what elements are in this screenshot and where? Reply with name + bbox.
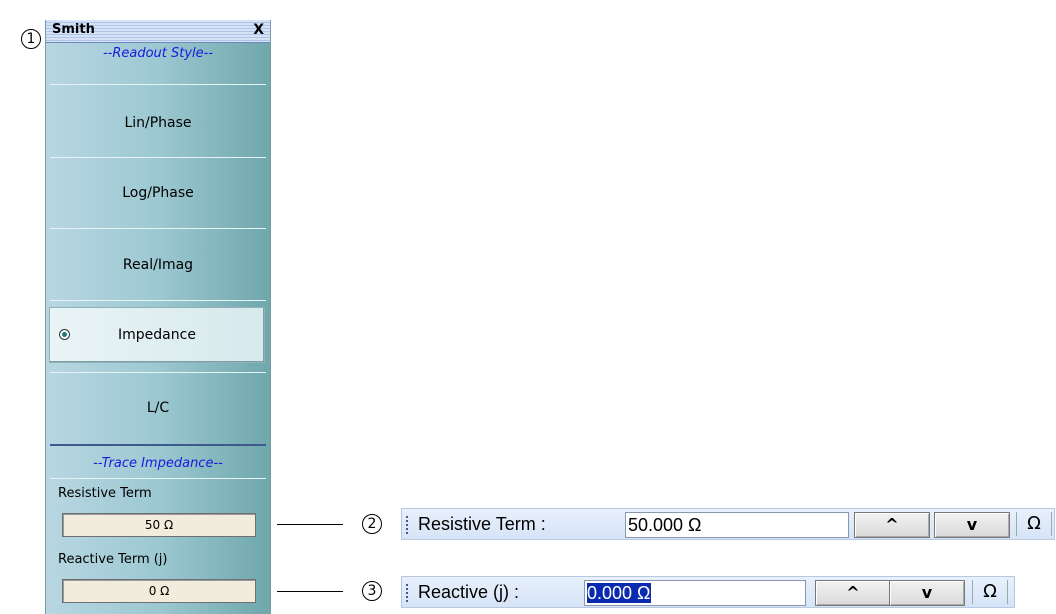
- impedance-label: Impedance: [118, 327, 196, 343]
- callout-1: 1: [21, 29, 41, 49]
- callout-3-leader: [277, 591, 343, 592]
- reactive-term-toolbar-label: Reactive (j) :: [418, 582, 520, 602]
- resistive-term-toolbar-label: Resistive Term :: [418, 514, 546, 534]
- increment-button[interactable]: ^: [854, 512, 930, 538]
- callout-2-leader: [277, 524, 343, 525]
- smith-menu-panel: Smith X --Readout Style-- Lin/Phase Log/…: [45, 20, 271, 614]
- resistive-term-toolbar: Resistive Term : 50.000 Ω ^ v Ω: [401, 508, 1055, 540]
- divider: [50, 300, 266, 301]
- l-c-button[interactable]: L/C: [46, 373, 270, 443]
- reactive-term-label: Reactive Term (j): [58, 552, 168, 567]
- divider: [50, 228, 266, 229]
- resistive-term-field[interactable]: 50 Ω: [62, 513, 256, 537]
- callout-3: 3: [362, 581, 382, 601]
- impedance-button[interactable]: Impedance: [49, 307, 265, 363]
- divider: [50, 84, 266, 85]
- ohm-unit-button[interactable]: Ω: [972, 580, 1008, 604]
- toolbar-grip-handle[interactable]: [406, 516, 408, 534]
- close-icon[interactable]: X: [253, 22, 264, 38]
- radio-selected-icon: [59, 329, 70, 340]
- real-imag-button[interactable]: Real/Imag: [46, 230, 270, 300]
- reactive-term-toolbar: Reactive (j) : 0.000 Ω ^ v Ω: [401, 576, 1015, 608]
- selected-value-text: 0.000 Ω: [587, 583, 651, 603]
- panel-title: Smith: [52, 22, 95, 37]
- reactive-term-input[interactable]: 0.000 Ω: [584, 580, 806, 606]
- toolbar-grip-handle[interactable]: [406, 584, 408, 602]
- resistive-term-input[interactable]: 50.000 Ω: [625, 512, 849, 538]
- decrement-button[interactable]: v: [934, 512, 1010, 538]
- lin-phase-button[interactable]: Lin/Phase: [46, 88, 270, 158]
- panel-title-bar: Smith X: [46, 20, 270, 43]
- resistive-term-label: Resistive Term: [58, 486, 152, 501]
- divider: [50, 478, 266, 479]
- increment-button[interactable]: ^: [815, 580, 891, 606]
- readout-style-heading: --Readout Style--: [102, 46, 214, 61]
- log-phase-button[interactable]: Log/Phase: [46, 158, 270, 228]
- callout-2: 2: [362, 514, 382, 534]
- reactive-term-field[interactable]: 0 Ω: [62, 579, 256, 603]
- decrement-button[interactable]: v: [889, 580, 965, 606]
- ohm-unit-button[interactable]: Ω: [1016, 512, 1052, 536]
- section-divider: [50, 444, 266, 446]
- trace-impedance-heading: --Trace Impedance--: [93, 456, 223, 471]
